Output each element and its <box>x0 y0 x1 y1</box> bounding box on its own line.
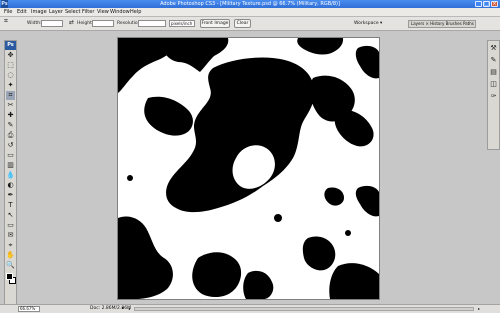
options-bar: ⌗ Width: ⇄ Height: Resolution: pixels/in… <box>0 17 500 31</box>
resolution-unit-select[interactable]: pixels/inch <box>169 20 195 27</box>
tool-list: ✥ ⬚ ◌ ✦ ⌗ ✂ ✚ ✎ ⎙ ↺ ▭ ▥ 💧 ◐ ✒ T ↖ ▭ ✉ ⌖ ✋ 🔍 <box>5 51 16 270</box>
marquee-icon[interactable]: ⬚ <box>6 61 15 70</box>
toolbox-header: Ps <box>5 41 16 50</box>
color-swatches <box>5 272 16 286</box>
path-select-icon[interactable]: ↖ <box>6 211 15 220</box>
eraser-icon[interactable]: ▭ <box>6 151 15 160</box>
front-image-button[interactable]: Front Image <box>200 19 230 28</box>
document-canvas[interactable] <box>117 37 380 300</box>
menu-bar: File Edit Image Layer Select Filter View… <box>0 8 500 17</box>
width-field[interactable] <box>41 20 63 27</box>
swap-icon[interactable]: ⇄ <box>69 20 74 26</box>
brush-settings-icon[interactable]: ✎ <box>489 56 498 65</box>
clear-button[interactable]: Clear <box>234 19 251 28</box>
menu-help[interactable]: Help <box>130 9 141 15</box>
zoom-icon[interactable]: 🔍 <box>6 261 15 270</box>
title-bar: Ps Adobe Photoshop CS3 - [Military Textu… <box>0 0 500 8</box>
workspace-menu[interactable]: Workspace ▾ <box>354 21 382 26</box>
military-texture-image <box>118 38 379 299</box>
pen-icon[interactable]: ✒ <box>6 191 15 200</box>
slice-icon[interactable]: ✂ <box>6 101 15 110</box>
status-menu-arrow[interactable]: ▸ <box>122 306 124 312</box>
channels-icon[interactable]: ◫ <box>489 80 498 89</box>
scroll-left-button[interactable]: ◂ <box>128 306 130 312</box>
menu-image[interactable]: Image <box>31 9 47 15</box>
close-button[interactable]: × <box>491 1 498 7</box>
status-bar: 66.67% Doc: 2.86M/2.86M ▸ ◂ ▸ <box>0 304 500 313</box>
magic-wand-icon[interactable]: ✦ <box>6 81 15 90</box>
menu-file[interactable]: File <box>4 9 12 15</box>
brush-icon[interactable]: ✎ <box>6 121 15 130</box>
window-controls: _ □ × <box>475 1 498 7</box>
dock-icon-list: ⚒ ✎ ▤ ◫ ✑ <box>488 44 499 101</box>
hand-icon[interactable]: ✋ <box>6 251 15 260</box>
dodge-icon[interactable]: ◐ <box>6 181 15 190</box>
horizontal-scrollbar[interactable] <box>134 307 474 311</box>
shape-icon[interactable]: ▭ <box>6 221 15 230</box>
menu-layer[interactable]: Layer <box>49 9 63 15</box>
move-icon[interactable]: ✥ <box>6 51 15 60</box>
tools-icon[interactable]: ⚒ <box>489 44 498 53</box>
paths-icon[interactable]: ✑ <box>489 92 498 101</box>
minimize-button[interactable]: _ <box>475 1 482 7</box>
height-label: Height: <box>77 21 94 26</box>
scroll-right-button[interactable]: ▸ <box>478 306 480 312</box>
menu-select[interactable]: Select <box>65 9 80 15</box>
notes-icon[interactable]: ✉ <box>6 231 15 240</box>
clone-stamp-icon[interactable]: ⎙ <box>6 131 15 140</box>
menu-window[interactable]: Window <box>110 9 130 15</box>
resolution-field[interactable] <box>138 20 166 27</box>
menu-view[interactable]: View <box>97 9 109 15</box>
toolbox: Ps ✥ ⬚ ◌ ✦ ⌗ ✂ ✚ ✎ ⎙ ↺ ▭ ▥ 💧 ◐ ✒ T ↖ ▭ ✉ ⌖ ✋ 🔍 <box>4 40 17 308</box>
menu-edit[interactable]: Edit <box>17 9 27 15</box>
lasso-icon[interactable]: ◌ <box>6 71 15 80</box>
crop-tool-icon[interactable]: ⌗ <box>4 18 8 25</box>
height-field[interactable] <box>92 20 114 27</box>
healing-icon[interactable]: ✚ <box>6 111 15 120</box>
blur-icon[interactable]: 💧 <box>6 171 15 180</box>
panel-dock: ⚒ ✎ ▤ ◫ ✑ <box>487 40 500 150</box>
layers-icon[interactable]: ▤ <box>489 68 498 77</box>
maximize-button[interactable]: □ <box>483 1 490 7</box>
window-title: Adobe Photoshop CS3 - [Military Texture.… <box>160 1 340 7</box>
type-icon[interactable]: T <box>6 201 15 210</box>
width-label: Width: <box>27 21 42 26</box>
menu-filter[interactable]: Filter <box>82 9 94 15</box>
crop-icon[interactable]: ⌗ <box>6 91 15 100</box>
gradient-icon[interactable]: ▥ <box>6 161 15 170</box>
palette-well[interactable]: Layers × History Brushes Paths <box>408 20 476 28</box>
eyedropper-icon[interactable]: ⌖ <box>6 241 15 250</box>
foreground-color-swatch[interactable] <box>6 273 13 280</box>
zoom-field[interactable]: 66.67% <box>18 306 40 312</box>
document-size: Doc: 2.86M/2.86M <box>90 306 131 311</box>
history-brush-icon[interactable]: ↺ <box>6 141 15 150</box>
